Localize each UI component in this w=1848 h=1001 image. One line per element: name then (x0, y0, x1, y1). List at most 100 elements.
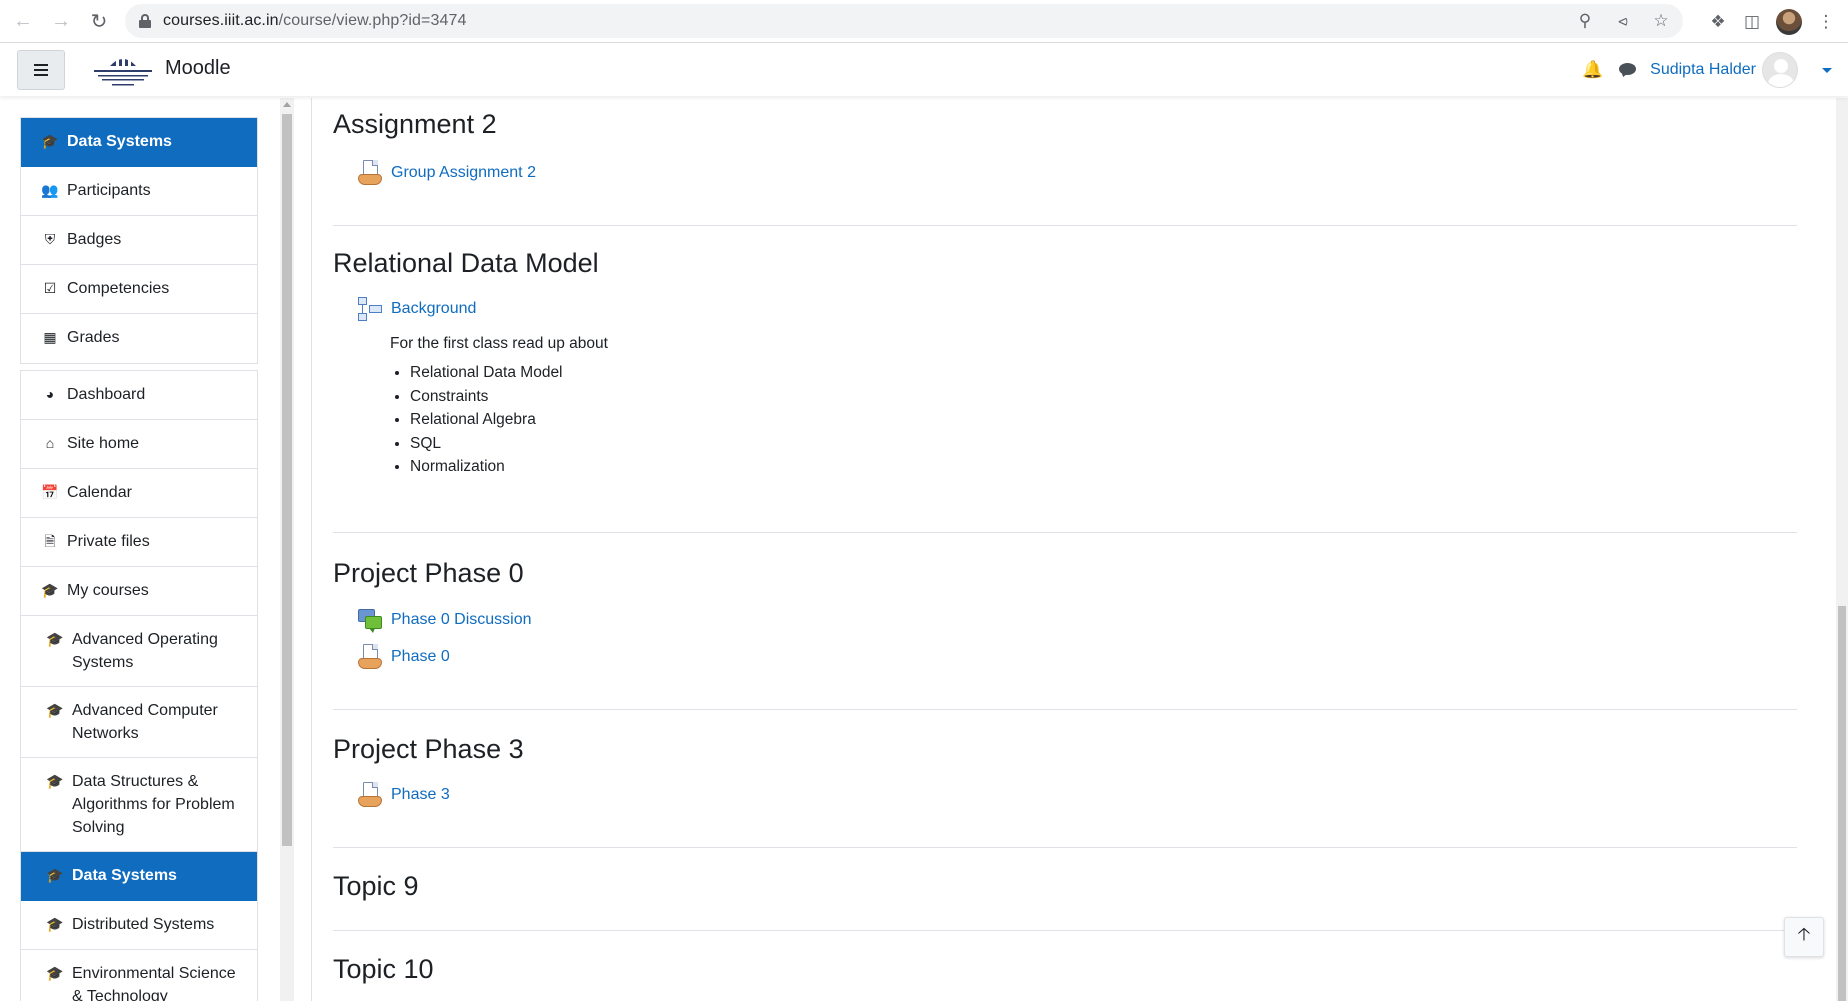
activity-item[interactable]: Phase 0 (357, 639, 1797, 675)
address-bar[interactable]: courses.iiit.ac.in/course/view.php?id=34… (125, 4, 1683, 38)
course-section: Project Phase 3 Phase 3 (333, 733, 1797, 848)
calendar-icon: 📅 (41, 484, 59, 500)
forward-arrow-icon[interactable]: → (44, 4, 78, 38)
table-icon: ▦ (43, 329, 57, 345)
activity-link[interactable]: Phase 0 Discussion (391, 611, 532, 629)
book-icon (357, 296, 383, 322)
iiit-logo (94, 58, 152, 86)
sidebar-item-grades[interactable]: ▦ Grades (21, 314, 257, 363)
dashboard-icon: ◕ (45, 386, 55, 402)
users-icon: 👥 (41, 182, 59, 198)
check-square-icon: ☑ (43, 280, 57, 296)
assignment-icon (357, 643, 383, 671)
nav-drawer: 🎓 Data Systems 👥 Participants ⛨ Badges ☑… (20, 117, 258, 1001)
sidebar-scrollbar-thumb[interactable] (282, 114, 292, 846)
share-icon[interactable]: ⪦ (1613, 11, 1633, 31)
activity-item[interactable]: Group Assignment 2 (357, 155, 1797, 191)
sidebar-item-site-home[interactable]: ⌂ Site home (21, 420, 257, 469)
list-item: Relational Algebra (410, 408, 1797, 432)
user-avatar[interactable] (1762, 52, 1798, 88)
sidebar-item-course-active[interactable]: 🎓 Data Systems (21, 852, 257, 901)
section-title: Relational Data Model (333, 248, 599, 278)
sidebar-scrollbar[interactable] (280, 98, 294, 1001)
graduation-cap-icon: 🎓 (46, 867, 64, 883)
graduation-cap-icon: 🎓 (41, 582, 59, 598)
graduation-cap-icon: 🎓 (41, 133, 59, 149)
arrow-up-icon: 🡡 (1797, 924, 1811, 944)
browser-toolbar: ← → ↻ courses.iiit.ac.in/course/view.php… (0, 0, 1848, 43)
list-item: Constraints (410, 385, 1797, 409)
url-text: courses.iiit.ac.in/course/view.php?id=34… (163, 12, 467, 29)
user-menu-name[interactable]: Sudipta Halder (1650, 61, 1756, 79)
back-arrow-icon[interactable]: ← (6, 4, 40, 38)
lock-icon (139, 14, 151, 28)
browser-profile-avatar[interactable] (1776, 8, 1802, 35)
graduation-cap-icon: 🎓 (46, 773, 64, 789)
sidebar-item-dashboard[interactable]: ◕ Dashboard (21, 371, 257, 420)
sidebar-item-calendar[interactable]: 📅 Calendar (21, 469, 257, 518)
activity-link[interactable]: Phase 0 (391, 648, 450, 666)
scroll-up-arrow-icon[interactable] (283, 102, 291, 107)
section-title: Topic 10 (333, 954, 434, 984)
content-divider (311, 98, 312, 1001)
course-section: Topic 10 (333, 953, 1797, 1001)
activity-item[interactable]: Background (357, 291, 1797, 327)
graduation-cap-icon: 🎓 (46, 631, 64, 647)
section-title: Project Phase 3 (333, 734, 524, 764)
page-scrollbar[interactable] (1836, 98, 1848, 1001)
sidebar-item-course[interactable]: 🎓 Environmental Science & Technology (21, 950, 257, 1001)
course-section: Assignment 2 Group Assignment 2 (333, 108, 1797, 226)
activity-link[interactable]: Phase 3 (391, 786, 450, 804)
summary-list: Relational Data Model Constraints Relati… (410, 361, 1797, 479)
list-item: Relational Data Model (410, 361, 1797, 385)
activity-link[interactable]: Group Assignment 2 (391, 164, 536, 182)
notification-bell-icon[interactable]: 🔔 (1582, 60, 1603, 80)
extensions-icon[interactable]: ❖ (1708, 12, 1728, 32)
shield-icon: ⛨ (44, 231, 56, 247)
course-section: Topic 9 (333, 870, 1797, 931)
graduation-cap-icon: 🎓 (46, 702, 64, 718)
activity-item[interactable]: Phase 0 Discussion (357, 602, 1797, 638)
site-name[interactable]: Moodle (165, 57, 231, 80)
sidebar-item-course[interactable]: 🎓 Advanced Operating Systems (21, 616, 257, 687)
zoom-icon[interactable]: ⚲ (1575, 11, 1595, 31)
forum-icon (357, 607, 383, 634)
sidebar-item-course[interactable]: 🎓 Data Structures & Algorithms for Probl… (21, 758, 257, 852)
course-content: Assignment 2 Group Assignment 2 Relation… (311, 98, 1836, 1001)
section-title: Assignment 2 (333, 109, 497, 139)
file-icon: 🗎 (44, 533, 56, 549)
side-panel-icon[interactable]: ◫ (1742, 12, 1762, 32)
sidebar-item-participants[interactable]: 👥 Participants (21, 167, 257, 216)
activity-link[interactable]: Background (391, 300, 476, 318)
list-item: Normalization (410, 455, 1797, 479)
summary-intro: For the first class read up about (390, 335, 608, 353)
assignment-icon (357, 159, 383, 187)
sidebar-item-private-files[interactable]: 🗎 Private files (21, 518, 257, 567)
graduation-cap-icon: 🎓 (46, 916, 64, 932)
course-nav-group: 🎓 Data Systems 👥 Participants ⛨ Badges ☑… (20, 117, 258, 364)
sidebar-item-my-courses[interactable]: 🎓 My courses (21, 567, 257, 616)
home-icon: ⌂ (45, 435, 55, 451)
list-item: SQL (410, 432, 1797, 456)
page-scrollbar-thumb[interactable] (1838, 606, 1846, 1001)
back-to-top-button[interactable]: 🡡 (1784, 917, 1824, 957)
sidebar-item-data-systems[interactable]: 🎓 Data Systems (21, 118, 257, 167)
kebab-menu-icon[interactable]: ⋮ (1816, 12, 1836, 32)
course-section: Project Phase 0 Phase 0 Discussion Phase… (333, 557, 1797, 710)
sidebar-item-competencies[interactable]: ☑ Competencies (21, 265, 257, 314)
drawer-toggle-button[interactable] (17, 50, 65, 90)
section-summary: For the first class read up about Relati… (390, 335, 1797, 479)
graduation-cap-icon: 🎓 (46, 965, 64, 981)
activity-item[interactable]: Phase 3 (357, 777, 1797, 813)
sidebar-item-badges[interactable]: ⛨ Badges (21, 216, 257, 265)
sidebar-item-course[interactable]: 🎓 Distributed Systems (21, 901, 257, 950)
messages-icon[interactable] (1618, 62, 1638, 79)
user-menu-caret-icon[interactable] (1822, 67, 1832, 73)
course-section: Relational Data Model Background For the… (333, 247, 1797, 533)
moodle-navbar: Moodle 🔔 Sudipta Halder (0, 44, 1848, 96)
star-icon[interactable]: ☆ (1651, 11, 1671, 31)
sidebar-item-course[interactable]: 🎓 Advanced Computer Networks (21, 687, 257, 758)
reload-icon[interactable]: ↻ (82, 4, 116, 38)
section-title: Project Phase 0 (333, 558, 524, 588)
site-nav-group: ◕ Dashboard ⌂ Site home 📅 Calendar 🗎 Pri… (20, 370, 258, 1001)
